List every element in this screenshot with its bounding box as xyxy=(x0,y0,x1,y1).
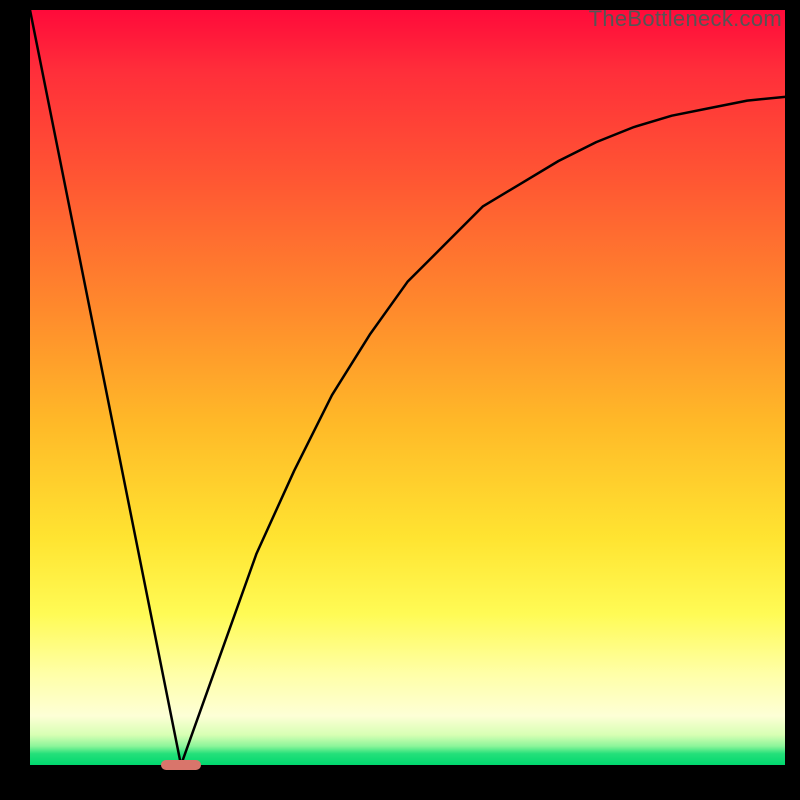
watermark-text: TheBottleneck.com xyxy=(589,6,782,32)
bottleneck-curve xyxy=(30,10,785,765)
chart-frame: TheBottleneck.com xyxy=(0,0,800,800)
chart-plot-area xyxy=(30,10,785,765)
curve-right-segment xyxy=(181,97,785,765)
optimal-point-marker xyxy=(161,760,201,770)
curve-left-segment xyxy=(30,10,181,765)
